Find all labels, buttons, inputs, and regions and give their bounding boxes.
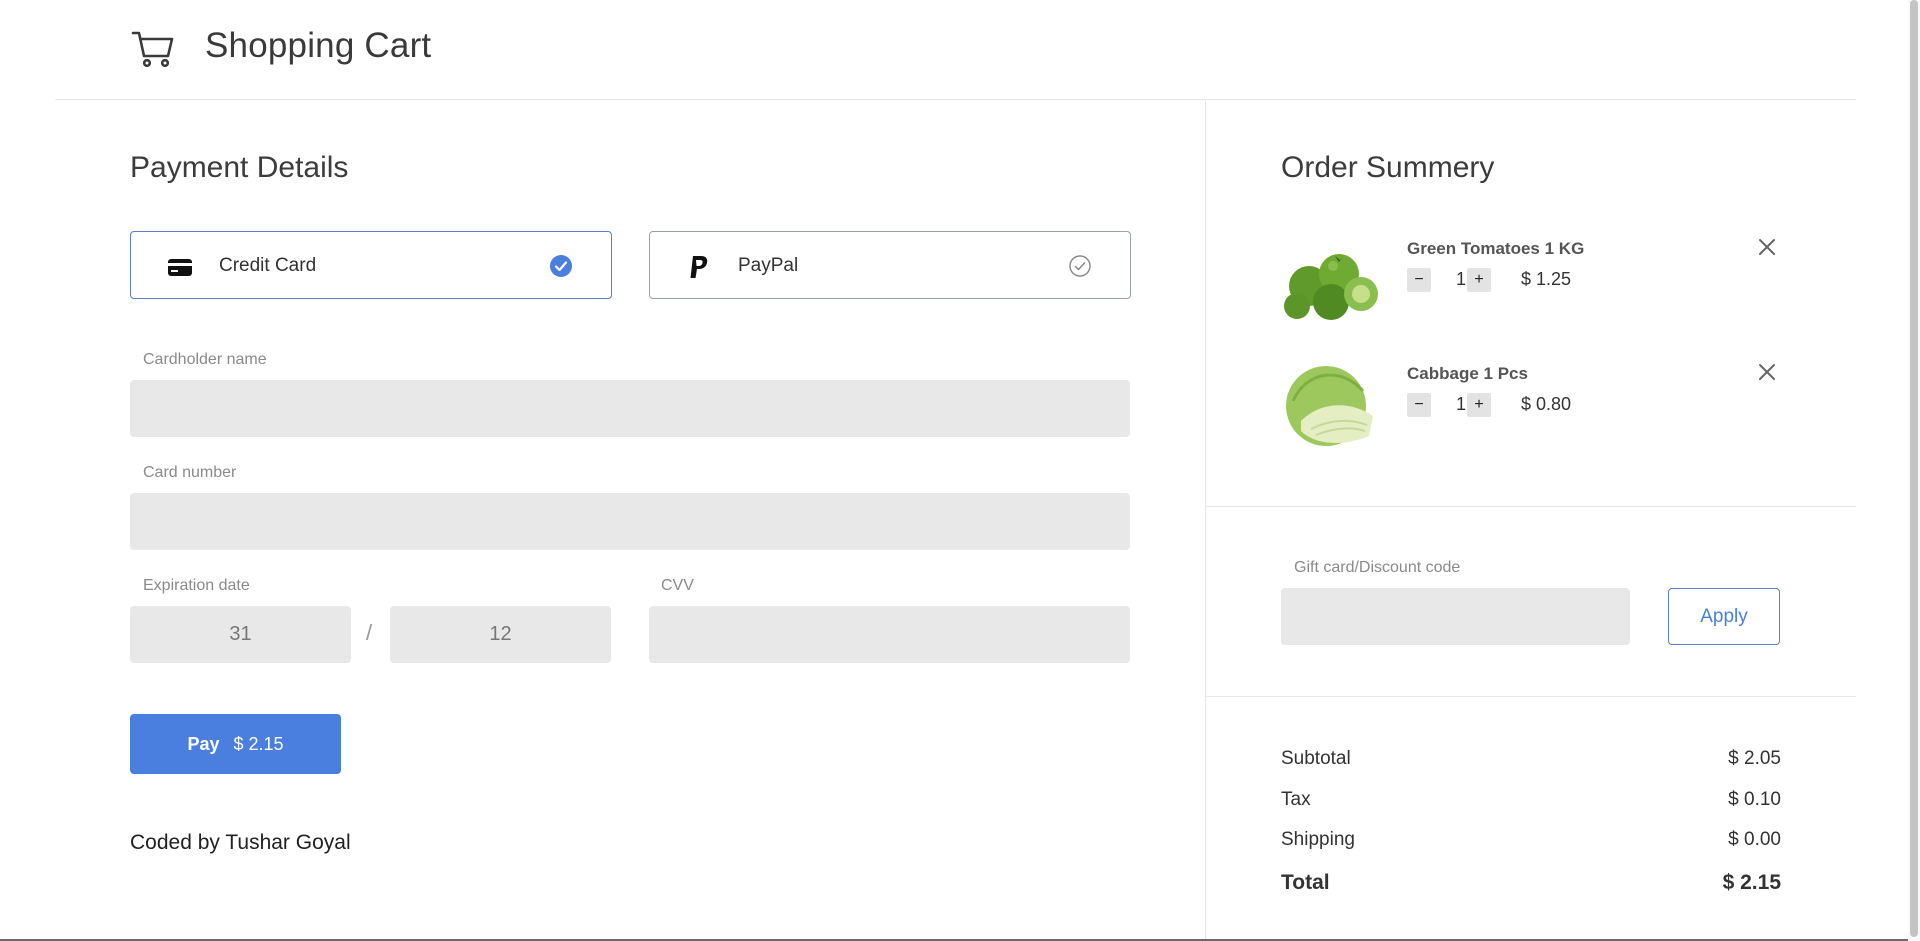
shipping-value: $ 0.00 [1728,829,1781,850]
shipping-row: Shipping $ 0.00 [1281,829,1781,851]
payment-panel: Payment Details Credit Card PayPal Cardh… [55,101,1206,941]
increase-qty-button[interactable]: + [1467,268,1491,292]
cart-item: Cabbage 1 Pcs − 1 + $ 0.80 [1281,361,1781,461]
decrease-qty-button[interactable]: − [1407,393,1431,417]
expiration-label: Expiration date [143,577,250,594]
order-summary-panel: Order Summery Green Tomatoes 1 KG − 1 + … [1206,101,1856,941]
check-filled-icon [550,255,572,277]
item-price: $ 1.25 [1521,269,1572,289]
paypal-icon [690,256,708,278]
pay-button[interactable]: Pay $ 2.15 [130,714,341,774]
divider [1206,696,1856,697]
credit-card-label: Credit Card [219,255,317,276]
subtotal-value: $ 2.05 [1728,748,1781,769]
subtotal-row: Subtotal $ 2.05 [1281,748,1781,770]
card-number-label: Card number [143,464,237,481]
discount-code-input[interactable] [1281,588,1630,645]
cvv-label: CVV [661,577,694,594]
item-price: $ 0.80 [1521,394,1572,414]
cart-icon [131,31,174,68]
shipping-label: Shipping [1281,829,1355,850]
scrollbar[interactable] [1908,0,1920,941]
pay-button-amount: $ 2.15 [233,733,284,754]
cardholder-label: Cardholder name [143,351,267,368]
pay-button-label: Pay [187,733,220,754]
subtotal-label: Subtotal [1281,748,1351,769]
discount-label: Gift card/Discount code [1294,559,1461,576]
cardholder-input[interactable] [130,380,1130,437]
cvv-input[interactable] [649,606,1130,663]
date-separator: / [366,620,373,645]
tax-label: Tax [1281,789,1311,810]
check-outline-icon [1069,255,1091,277]
page-header: Shopping Cart [55,0,1856,100]
exp-day-input[interactable] [130,606,351,663]
green-tomatoes-image [1284,254,1378,320]
credit-card-option[interactable]: Credit Card [130,231,612,299]
item-name: Cabbage 1 Pcs [1407,364,1528,383]
total-value: $ 2.15 [1722,871,1781,894]
page-title: Shopping Cart [205,26,432,65]
close-icon[interactable] [1756,361,1778,383]
tax-row: Tax $ 0.10 [1281,789,1781,811]
apply-button[interactable]: Apply [1668,588,1780,645]
paypal-label: PayPal [738,255,799,276]
scrollbar-thumb[interactable] [1910,0,1918,937]
divider [1206,506,1856,507]
cabbage-image [1286,366,1373,446]
total-label: Total [1281,871,1330,894]
cart-item: Green Tomatoes 1 KG − 1 + $ 1.25 [1281,236,1781,336]
total-row: Total $ 2.15 [1281,871,1781,895]
order-summary-title: Order Summery [1281,151,1495,184]
exp-month-input[interactable] [390,606,611,663]
credit-text: Coded by Tushar Goyal [130,831,351,854]
paypal-option[interactable]: PayPal [649,231,1131,299]
payment-details-title: Payment Details [130,151,349,184]
item-name: Green Tomatoes 1 KG [1407,239,1585,258]
tax-value: $ 0.10 [1728,789,1781,810]
credit-card-icon [168,259,192,276]
close-icon[interactable] [1756,236,1778,258]
increase-qty-button[interactable]: + [1467,393,1491,417]
card-number-input[interactable] [130,493,1130,550]
decrease-qty-button[interactable]: − [1407,268,1431,292]
